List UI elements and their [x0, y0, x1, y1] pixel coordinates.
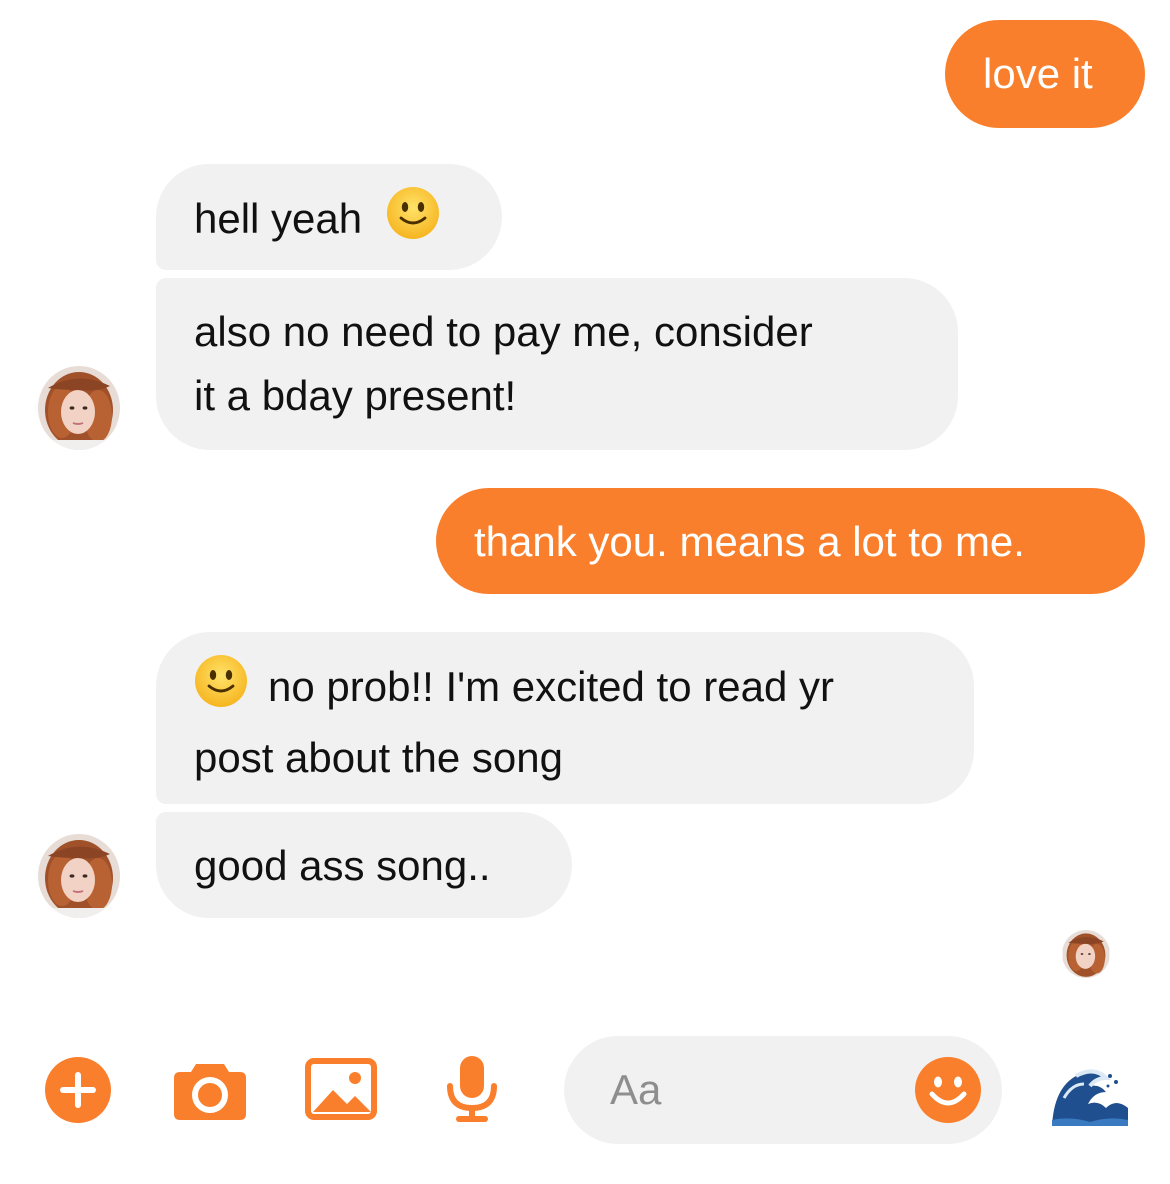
message-line: no prob!! I'm excited to read yr: [194, 654, 938, 726]
slightly-smiling-face-icon: [194, 654, 248, 726]
incoming-message[interactable]: also no need to pay me, consider it a bd…: [156, 278, 958, 450]
message-input[interactable]: [610, 1060, 910, 1120]
outgoing-message[interactable]: love it: [945, 20, 1145, 128]
slightly-smiling-face-icon: [386, 186, 440, 258]
message-text: good ass song..: [194, 842, 491, 889]
message-text: hell yeah: [194, 195, 363, 243]
message-text: no prob!! I'm excited to read yr: [268, 663, 834, 711]
message-line: it a bday present!: [194, 372, 517, 419]
message-composer[interactable]: [564, 1036, 1002, 1144]
incoming-message[interactable]: good ass song..: [156, 812, 572, 918]
outgoing-message[interactable]: thank you. means a lot to me.: [436, 488, 1145, 594]
contact-avatar[interactable]: [38, 366, 120, 450]
emoji-icon[interactable]: [914, 1056, 982, 1124]
message-text: love it: [983, 50, 1093, 97]
message-line: also no need to pay me, consider: [194, 308, 813, 355]
message-text: thank you. means a lot to me.: [474, 518, 1025, 565]
chat-screen: love it hell yeah also no need to pay me…: [0, 0, 1170, 1184]
incoming-message[interactable]: hell yeah: [156, 164, 502, 270]
incoming-message[interactable]: no prob!! I'm excited to read yr post ab…: [156, 632, 974, 804]
wave-emoji-icon[interactable]: [1050, 1058, 1130, 1130]
image-icon[interactable]: [305, 1058, 377, 1120]
microphone-icon[interactable]: [444, 1054, 500, 1124]
read-receipt-avatar: [1062, 930, 1110, 978]
message-line: post about the song: [194, 734, 563, 781]
camera-icon[interactable]: [172, 1058, 248, 1122]
contact-avatar[interactable]: [38, 834, 120, 918]
plus-circle-icon[interactable]: [44, 1056, 112, 1124]
